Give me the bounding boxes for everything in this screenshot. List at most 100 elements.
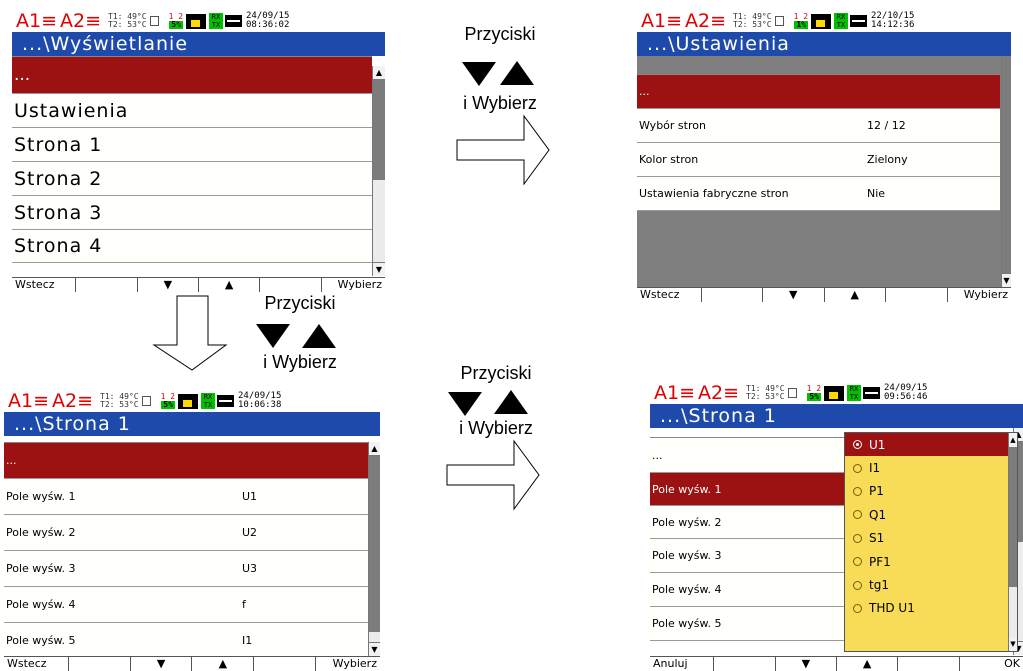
option-label: S1 (869, 531, 885, 546)
radio-icon (853, 440, 862, 450)
popup-scrollbar[interactable]: ▲ ▼ (1008, 433, 1017, 651)
softkey-empty-1[interactable] (68, 657, 131, 671)
softkey-up[interactable]: ▲ (824, 288, 886, 302)
softkey-back[interactable]: Wstecz (637, 288, 702, 302)
date-time: 24/09/15 09:56:46 (884, 384, 927, 402)
value-select-popup: U1 I1 P1 Q1 S1 PF1 tg1 THD U1 ▲ ▼ (844, 432, 1018, 652)
setting-row-factory-defaults[interactable]: Ustawienia fabryczne stron Nie (637, 177, 1000, 211)
popup-scroll-down-icon[interactable]: ▼ (1009, 637, 1017, 651)
annotation-middle-select: i Wybierz (263, 352, 337, 372)
popup-option-p1[interactable]: P1 (845, 480, 1017, 503)
battery-icon (186, 13, 207, 29)
rx-tx-icon: RX TX (834, 13, 849, 29)
up-triangle-icon (500, 61, 534, 85)
popup-scroll-up-icon[interactable]: ▲ (1009, 433, 1017, 447)
scroll-down-arrow-icon[interactable]: ▼ (373, 262, 385, 276)
temperature-t2: T2: 53°C (746, 392, 785, 401)
setting-value: 12 / 12 (867, 119, 906, 132)
softkey-ok[interactable]: OK (959, 657, 1023, 671)
list-item-label: Ustawienia (14, 99, 129, 122)
list-item-back[interactable]: ... (4, 443, 368, 479)
softkey-back[interactable]: Wstecz (4, 657, 69, 671)
popup-option-s1[interactable]: S1 (845, 527, 1017, 550)
softkey-empty-1[interactable] (701, 288, 763, 302)
popup-option-tg1[interactable]: tg1 (845, 573, 1017, 596)
field-row-5[interactable]: Pole wyśw. 5 I1 (4, 623, 368, 659)
list-item-strona-2[interactable]: Strona 2 (12, 162, 372, 196)
scrollbar[interactable]: ▲ ▼ (372, 66, 385, 276)
softkey-cancel[interactable]: Anuluj (650, 657, 715, 671)
radio-icon (853, 557, 862, 567)
screen-strona-1: A1≡ A2≡ T1: 49°C T2: 53°C 1 2 5% RX TX 24… (4, 390, 380, 671)
time: 09:56:46 (884, 392, 928, 402)
field-row-1[interactable]: Pole wyśw. 1 U1 (4, 479, 368, 515)
softkey-empty-1[interactable] (714, 657, 776, 671)
scrollbar-thumb[interactable] (1002, 56, 1011, 273)
softkey-down[interactable]: ▼ (130, 657, 193, 671)
softkey-empty-2[interactable] (886, 288, 948, 302)
popup-option-thd-u1[interactable]: THD U1 (845, 597, 1017, 620)
alarm-a1-indicator: A1≡ (8, 390, 50, 412)
scroll-up-arrow-icon[interactable]: ▲ (369, 442, 380, 456)
rx-tx-icon: RX TX (209, 13, 224, 29)
softkey-select[interactable]: Wybierz (321, 278, 385, 292)
scroll-up-arrow-icon[interactable]: ▲ (373, 66, 385, 80)
list-item-back[interactable]: ... (637, 75, 1000, 109)
list-item-label: Strona 4 (14, 235, 103, 257)
list-item-back[interactable]: ... (12, 57, 372, 94)
list-item-strona-3[interactable]: Strona 3 (12, 196, 372, 230)
network-icon (863, 387, 881, 399)
popup-option-pf1[interactable]: PF1 (845, 550, 1017, 573)
setting-label: Kolor stron (639, 153, 699, 166)
softkey-select[interactable]: Wybierz (947, 288, 1011, 302)
up-triangle-icon (302, 324, 336, 348)
option-label: I1 (869, 461, 881, 476)
annotation-top-buttons: Przyciski (464, 24, 536, 44)
softkey-empty-1[interactable] (76, 278, 138, 292)
scroll-down-arrow-icon[interactable]: ▼ (1002, 273, 1011, 287)
scroll-down-arrow-icon[interactable]: ▼ (369, 642, 380, 656)
popup-option-u1[interactable]: U1 (845, 433, 1017, 457)
annotation-bottom-buttons: Przyciski (460, 363, 532, 383)
softkey-bar: Wstecz ▼ ▲ Wybierz (637, 287, 1011, 302)
softkey-down[interactable]: ▼ (763, 288, 825, 302)
memory-card-icon (141, 396, 151, 406)
list-item-strona-4[interactable]: Strona 4 (12, 230, 372, 263)
softkey-select[interactable]: Wybierz (316, 657, 380, 671)
list-item-ustawienia[interactable]: Ustawienia (12, 94, 372, 128)
temperatures: T1: 49°C T2: 53°C (108, 13, 147, 29)
field-row-2[interactable]: Pole wyśw. 2 U2 (4, 515, 368, 551)
popup-scrollbar-thumb[interactable] (1009, 447, 1017, 587)
softkey-up[interactable]: ▲ (192, 657, 255, 671)
softkey-back[interactable]: Wstecz (12, 278, 77, 292)
rx-label: RX (203, 393, 213, 401)
popup-option-q1[interactable]: Q1 (845, 503, 1017, 526)
softkey-down[interactable]: ▼ (137, 278, 199, 292)
scrollbar-thumb[interactable] (373, 80, 385, 180)
list-item-strona-1[interactable]: Strona 1 (12, 128, 372, 162)
field-value: U1 (242, 490, 258, 503)
field-row-3[interactable]: Pole wyśw. 3 U3 (4, 551, 368, 587)
softkey-down[interactable]: ▼ (775, 657, 837, 671)
field-row-4[interactable]: Pole wyśw. 4 f (4, 587, 368, 623)
softkey-up[interactable]: ▲ (836, 657, 899, 671)
scrollbar[interactable]: ▼ (1001, 56, 1011, 287)
option-label: PF1 (869, 554, 891, 569)
channel-indicator: 1 2 1% (794, 13, 809, 29)
setting-row-page-color[interactable]: Kolor stron Zielony (637, 143, 1000, 177)
setting-row-page-selection[interactable]: Wybór stron 12 / 12 (637, 109, 1000, 143)
scrollbar-thumb[interactable] (369, 456, 380, 632)
softkey-empty-2[interactable] (254, 657, 317, 671)
softkey-up[interactable]: ▲ (198, 278, 261, 292)
temperature-t2: T2: 53°C (100, 400, 139, 409)
field-label: Pole wyśw. 5 (652, 617, 722, 630)
field-label: Pole wyśw. 3 (6, 562, 76, 575)
scrollbar[interactable]: ▲ ▼ (368, 442, 380, 656)
popup-option-i1[interactable]: I1 (845, 456, 1017, 479)
option-label: Q1 (869, 507, 887, 522)
field-label: Pole wyśw. 4 (6, 598, 76, 611)
softkey-empty-2[interactable] (898, 657, 960, 671)
time: 08:36:02 (246, 20, 290, 30)
memory-card-icon (787, 388, 797, 398)
softkey-empty-2[interactable] (260, 278, 322, 292)
